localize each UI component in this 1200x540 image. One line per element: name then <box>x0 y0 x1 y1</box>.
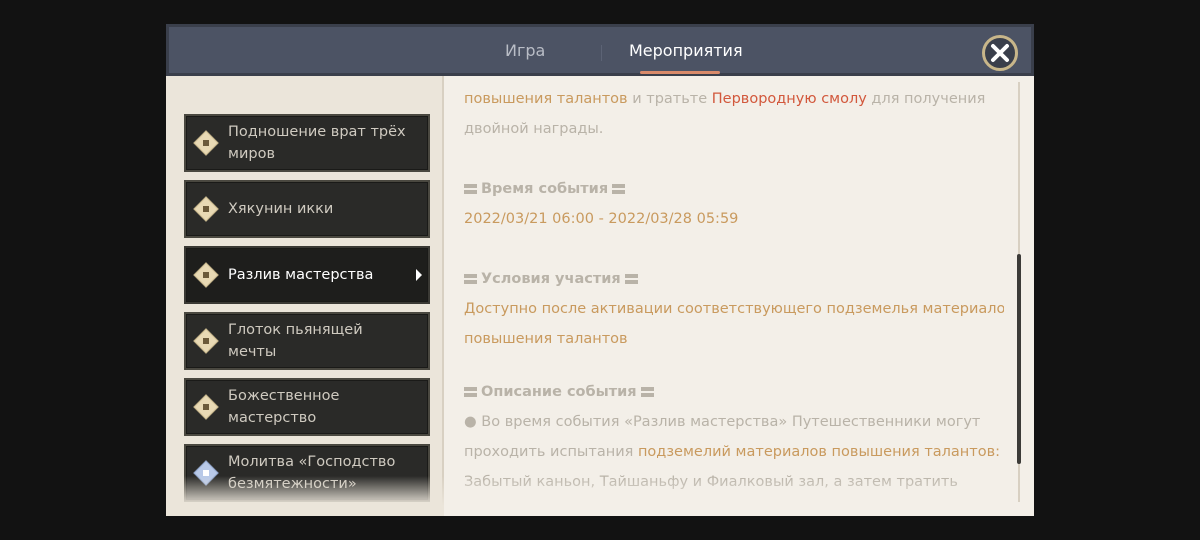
close-x-icon <box>991 44 1009 62</box>
tab-events[interactable]: Мероприятия <box>629 41 743 61</box>
section-bars-icon <box>464 387 477 397</box>
intro-end-text: для получения <box>866 91 986 107</box>
active-tab-indicator <box>640 71 720 74</box>
close-button[interactable] <box>982 35 1018 71</box>
event-item-label: Божественное мастерство <box>228 388 340 426</box>
time-section-title: Время события <box>464 174 629 204</box>
intro-mid-text: и тратьте <box>627 91 712 107</box>
description-line-2: проходить испытания подземелий материало… <box>464 437 1000 467</box>
flag-diamond-icon <box>193 130 219 156</box>
intro-line-1: повышения талантов и тратьте Первородную… <box>464 84 985 114</box>
event-item-divine-mastery[interactable]: Божественное мастерство <box>184 378 430 436</box>
section-bars-icon <box>464 274 477 284</box>
event-item-hyakunin-ikki[interactable]: Хякунин икки <box>184 180 430 238</box>
section-bars-icon <box>612 184 626 194</box>
event-item-label: Хякунин икки <box>228 201 334 217</box>
section-title-text: Время события <box>481 181 609 197</box>
content-fade <box>464 476 1004 516</box>
selected-arrow-icon <box>416 269 422 281</box>
flag-diamond-icon <box>193 262 219 288</box>
event-list[interactable]: Подношение врат трёх миров Хякунин икки … <box>166 76 444 516</box>
description-gold-text: подземелий материалов повышения талантов… <box>637 444 1001 460</box>
description-section-title: Описание события <box>464 377 658 407</box>
section-bars-icon <box>624 274 638 284</box>
flag-diamond-icon <box>193 394 219 420</box>
events-dialog: Игра Мероприятия Подношение врат трёх ми… <box>166 24 1034 516</box>
dialog-header: Игра Мероприятия <box>166 24 1034 76</box>
section-bars-icon <box>464 184 477 194</box>
description-text: проходить испытания <box>464 444 638 460</box>
tab-game[interactable]: Игра <box>505 41 545 61</box>
description-line-1: ● Во время события «Разлив мастерства» П… <box>464 414 981 430</box>
flag-diamond-icon <box>193 196 219 222</box>
conditions-line-2: повышения талантов <box>464 331 628 347</box>
event-item-dream-sip[interactable]: Глоток пьянящей мечты <box>184 312 430 370</box>
intro-line-2: двойной награды. <box>464 121 604 137</box>
tab-divider <box>601 45 602 61</box>
event-item-tri-gates[interactable]: Подношение врат трёх миров <box>184 114 430 172</box>
event-time-value: 2022/03/21 06:00 - 2022/03/28 05:59 <box>464 211 739 227</box>
section-title-text: Описание события <box>481 384 637 400</box>
event-item-label: Подношение врат трёх миров <box>228 124 406 162</box>
intro-red-text: Первородную смолу <box>711 91 867 107</box>
event-item-mastery-overflow[interactable]: Разлив мастерства <box>184 246 430 304</box>
event-item-label: Разлив мастерства <box>228 267 374 283</box>
conditions-line-1: Доступно после активации соответствующег… <box>464 301 1004 317</box>
flag-diamond-icon <box>193 328 219 354</box>
event-details[interactable]: повышения талантов и тратьте Первородную… <box>464 76 1004 516</box>
section-title-text: Условия участия <box>481 271 621 287</box>
intro-gold-text: повышения талантов <box>464 91 628 107</box>
conditions-section-title: Условия участия <box>464 264 642 294</box>
list-fade <box>166 476 444 516</box>
scrollbar-thumb[interactable] <box>1017 254 1021 464</box>
section-bars-icon <box>640 387 654 397</box>
event-item-label: Глоток пьянящей мечты <box>228 322 363 360</box>
